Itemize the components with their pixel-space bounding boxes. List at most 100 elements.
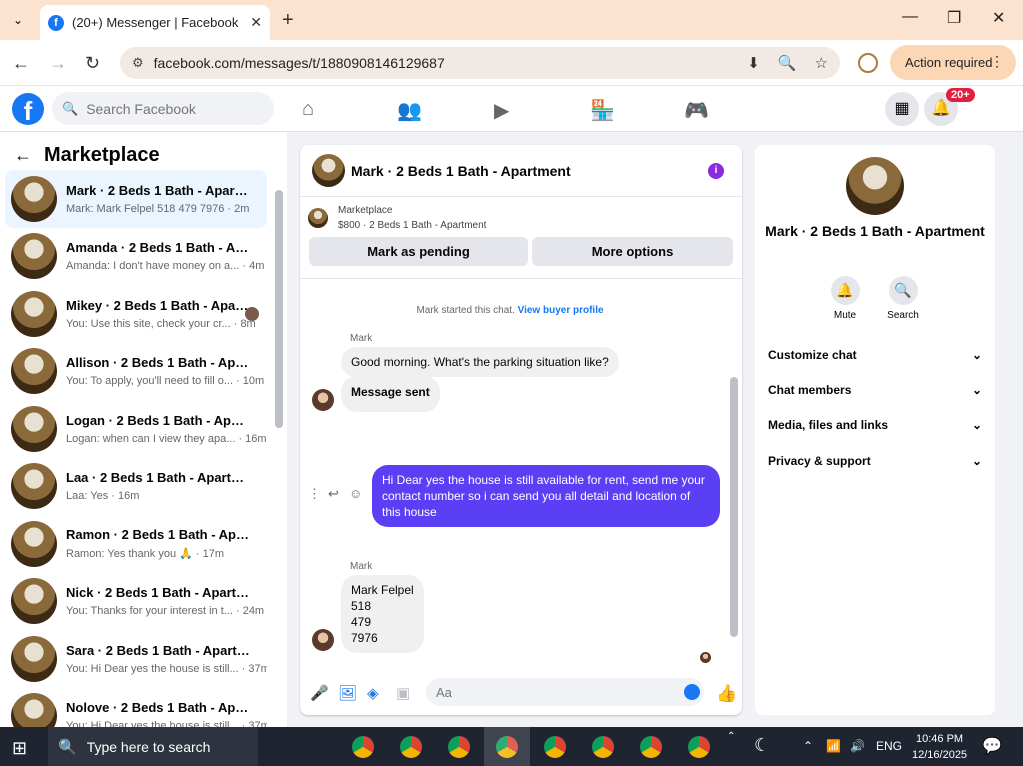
marketplace-icon[interactable]: 🏪	[590, 98, 615, 123]
taskbar-search[interactable]: 🔍 Type here to search	[48, 727, 258, 766]
message-bubble[interactable]: Message sent	[341, 376, 440, 412]
windows-start-icon[interactable]: ⊞	[12, 738, 27, 759]
chat-listing-thumbnail[interactable]	[312, 154, 345, 187]
more-dots-icon[interactable]: ⋮	[308, 486, 321, 502]
menu-dots-icon[interactable]: ⋮	[990, 53, 1004, 70]
sender-avatar[interactable]	[312, 629, 334, 651]
listing-thumbnail	[11, 635, 57, 682]
weather-moon-icon[interactable]: ☾	[754, 735, 770, 756]
react-emoji-icon[interactable]: ☺	[349, 486, 362, 501]
chrome-app-icon[interactable]	[484, 727, 530, 766]
message-input[interactable]	[426, 678, 704, 706]
new-tab-button[interactable]: +	[282, 9, 294, 32]
profile-icon[interactable]	[858, 53, 878, 73]
windows-taskbar: ⊞ 🔍 Type here to search ⌃ ☾ ⌃ 📶 🔊 ENG 10…	[0, 727, 1023, 766]
chrome-app-icon[interactable]	[448, 736, 470, 758]
forward-icon[interactable]: →	[49, 53, 67, 74]
listing-thumbnail	[11, 405, 57, 452]
thumbs-up-icon[interactable]: 👍	[716, 684, 737, 704]
sticker-icon[interactable]: ◈	[367, 684, 379, 702]
notification-center-icon[interactable]: 💬	[982, 736, 1002, 756]
conversation-item[interactable]: Mark · 2 Beds 1 Bath - Apartment Mark: Ma…	[5, 170, 267, 228]
conversation-name: Laa · 2 Beds 1 Bath - Apartment	[66, 470, 251, 486]
address-bar[interactable]: ⚙ facebook.com/messages/t/18809081461296…	[120, 47, 840, 79]
message-bubble[interactable]: Good morning. What's the parking situati…	[341, 347, 619, 377]
volume-icon[interactable]: 🔊	[850, 739, 865, 753]
facebook-logo-icon[interactable]: f	[12, 93, 44, 126]
chrome-app-icon[interactable]	[640, 736, 662, 758]
conversation-item[interactable]: Mikey · 2 Beds 1 Bath - Apart... You: Use…	[5, 285, 267, 343]
mute-action[interactable]: 🔔 Mute	[825, 276, 865, 321]
gaming-icon[interactable]: 🎮	[684, 98, 709, 123]
info-icon[interactable]: i	[708, 163, 724, 179]
search-input[interactable]	[86, 100, 267, 117]
emoji-icon[interactable]	[684, 684, 700, 700]
bookmark-star-icon[interactable]: ☆	[815, 54, 828, 72]
conversation-item[interactable]: Logan · 2 Beds 1 Bath - Apartm... Logan: …	[5, 400, 267, 458]
conversation-item[interactable]: Ramon · 2 Beds 1 Bath - Apartm... Ramon: …	[5, 515, 267, 573]
browser-toolbar: ← → ↻ ⚙ facebook.com/messages/t/18809081…	[0, 40, 1023, 86]
customize-chat-row[interactable]: Customize chat ⌄	[768, 348, 982, 362]
microphone-icon[interactable]: 🎤	[310, 684, 329, 702]
conversation-item[interactable]: Amanda · 2 Beds 1 Bath - Apart... Amanda:…	[5, 228, 267, 286]
home-icon[interactable]: ⌂	[302, 98, 314, 121]
clock[interactable]: 10:46 PM 12/16/2025	[912, 731, 967, 763]
conversation-item[interactable]: Sara · 2 Beds 1 Bath - Apartment You: Hi …	[5, 630, 267, 688]
conversation-item[interactable]: Nick · 2 Beds 1 Bath - Apartment You: Tha…	[5, 573, 267, 631]
reload-icon[interactable]: ↻	[85, 53, 100, 74]
sender-avatar[interactable]	[312, 389, 334, 411]
chrome-app-icon[interactable]	[400, 736, 422, 758]
friends-icon[interactable]: 👥	[397, 98, 422, 123]
language-indicator[interactable]: ENG	[876, 739, 902, 753]
zoom-icon[interactable]: 🔍	[778, 54, 797, 72]
more-options-button[interactable]: More options	[532, 237, 733, 266]
chrome-app-icon[interactable]	[688, 736, 710, 758]
conversation-scrollbar[interactable]	[275, 190, 283, 428]
details-listing-thumbnail[interactable]	[846, 157, 904, 215]
tab-search-button[interactable]: ⌄	[8, 10, 28, 30]
bell-icon[interactable]: 🔔	[830, 276, 860, 305]
message-bubble[interactable]: Mark Felpel 518 479 7976	[341, 575, 424, 653]
network-icon[interactable]: 📶	[826, 739, 841, 753]
install-app-icon[interactable]: ⬇	[747, 54, 760, 72]
media-files-row[interactable]: Media, files and links ⌄	[768, 418, 982, 432]
chat-title[interactable]: Mark · 2 Beds 1 Bath - Apartment	[351, 163, 571, 179]
chat-details-panel: Mark · 2 Beds 1 Bath - Apartment 🔔 Mute …	[755, 145, 995, 715]
conversation-item[interactable]: Laa · 2 Beds 1 Bath - Apartment Laa: Yes …	[5, 458, 267, 516]
listing-summary[interactable]: Marketplace $800 · 2 Beds 1 Bath - Apart…	[308, 203, 486, 233]
notification-badge: 20+	[946, 88, 975, 102]
photo-icon[interactable]: 🖼	[338, 684, 357, 702]
action-required-button[interactable]: Action required ⋮	[890, 45, 1016, 80]
mark-pending-button[interactable]: Mark as pending	[309, 237, 528, 266]
video-icon[interactable]: ▶	[494, 98, 509, 123]
section-label: Privacy & support	[768, 454, 871, 468]
reply-icon[interactable]: ↩	[328, 486, 339, 502]
search-icon[interactable]: 🔍	[888, 276, 918, 305]
back-icon[interactable]: ←	[12, 53, 30, 74]
conversation-item[interactable]: Allison · 2 Beds 1 Bath - Apartm... You: …	[5, 343, 267, 401]
search-facebook-box[interactable]: 🔍	[52, 92, 274, 125]
taskbar-scroll-icon[interactable]: ⌃	[727, 731, 735, 742]
chrome-app-icon[interactable]	[352, 736, 374, 758]
chat-scrollbar[interactable]	[730, 377, 738, 637]
chrome-app-icon[interactable]	[544, 736, 566, 758]
menu-grid-icon[interactable]: ▦	[885, 92, 919, 126]
chrome-app-icon[interactable]	[592, 736, 614, 758]
search-action[interactable]: 🔍 Search	[883, 276, 923, 321]
my-message-bubble[interactable]: Hi Dear yes the house is still available…	[372, 465, 720, 527]
show-hidden-icons[interactable]: ⌃	[803, 739, 813, 753]
close-window-button[interactable]: ✕	[992, 8, 1005, 28]
minimize-button[interactable]: —	[902, 8, 918, 26]
maximize-button[interactable]: ❐	[947, 8, 961, 28]
url-text[interactable]: facebook.com/messages/t/1880908146129687	[154, 55, 730, 71]
back-arrow-icon[interactable]: ←	[14, 145, 32, 166]
view-buyer-profile-link[interactable]: View buyer profile	[518, 305, 604, 316]
listing-thumbnail	[11, 520, 57, 567]
listing-source: Marketplace	[338, 205, 393, 216]
gif-icon[interactable]: ▣	[396, 684, 410, 702]
site-info-icon[interactable]: ⚙	[132, 55, 144, 71]
privacy-support-row[interactable]: Privacy & support ⌄	[768, 454, 982, 468]
chat-members-row[interactable]: Chat members ⌄	[768, 383, 982, 397]
browser-tab[interactable]: f (20+) Messenger | Facebook ✕	[40, 5, 270, 40]
close-tab-icon[interactable]: ✕	[250, 14, 262, 31]
